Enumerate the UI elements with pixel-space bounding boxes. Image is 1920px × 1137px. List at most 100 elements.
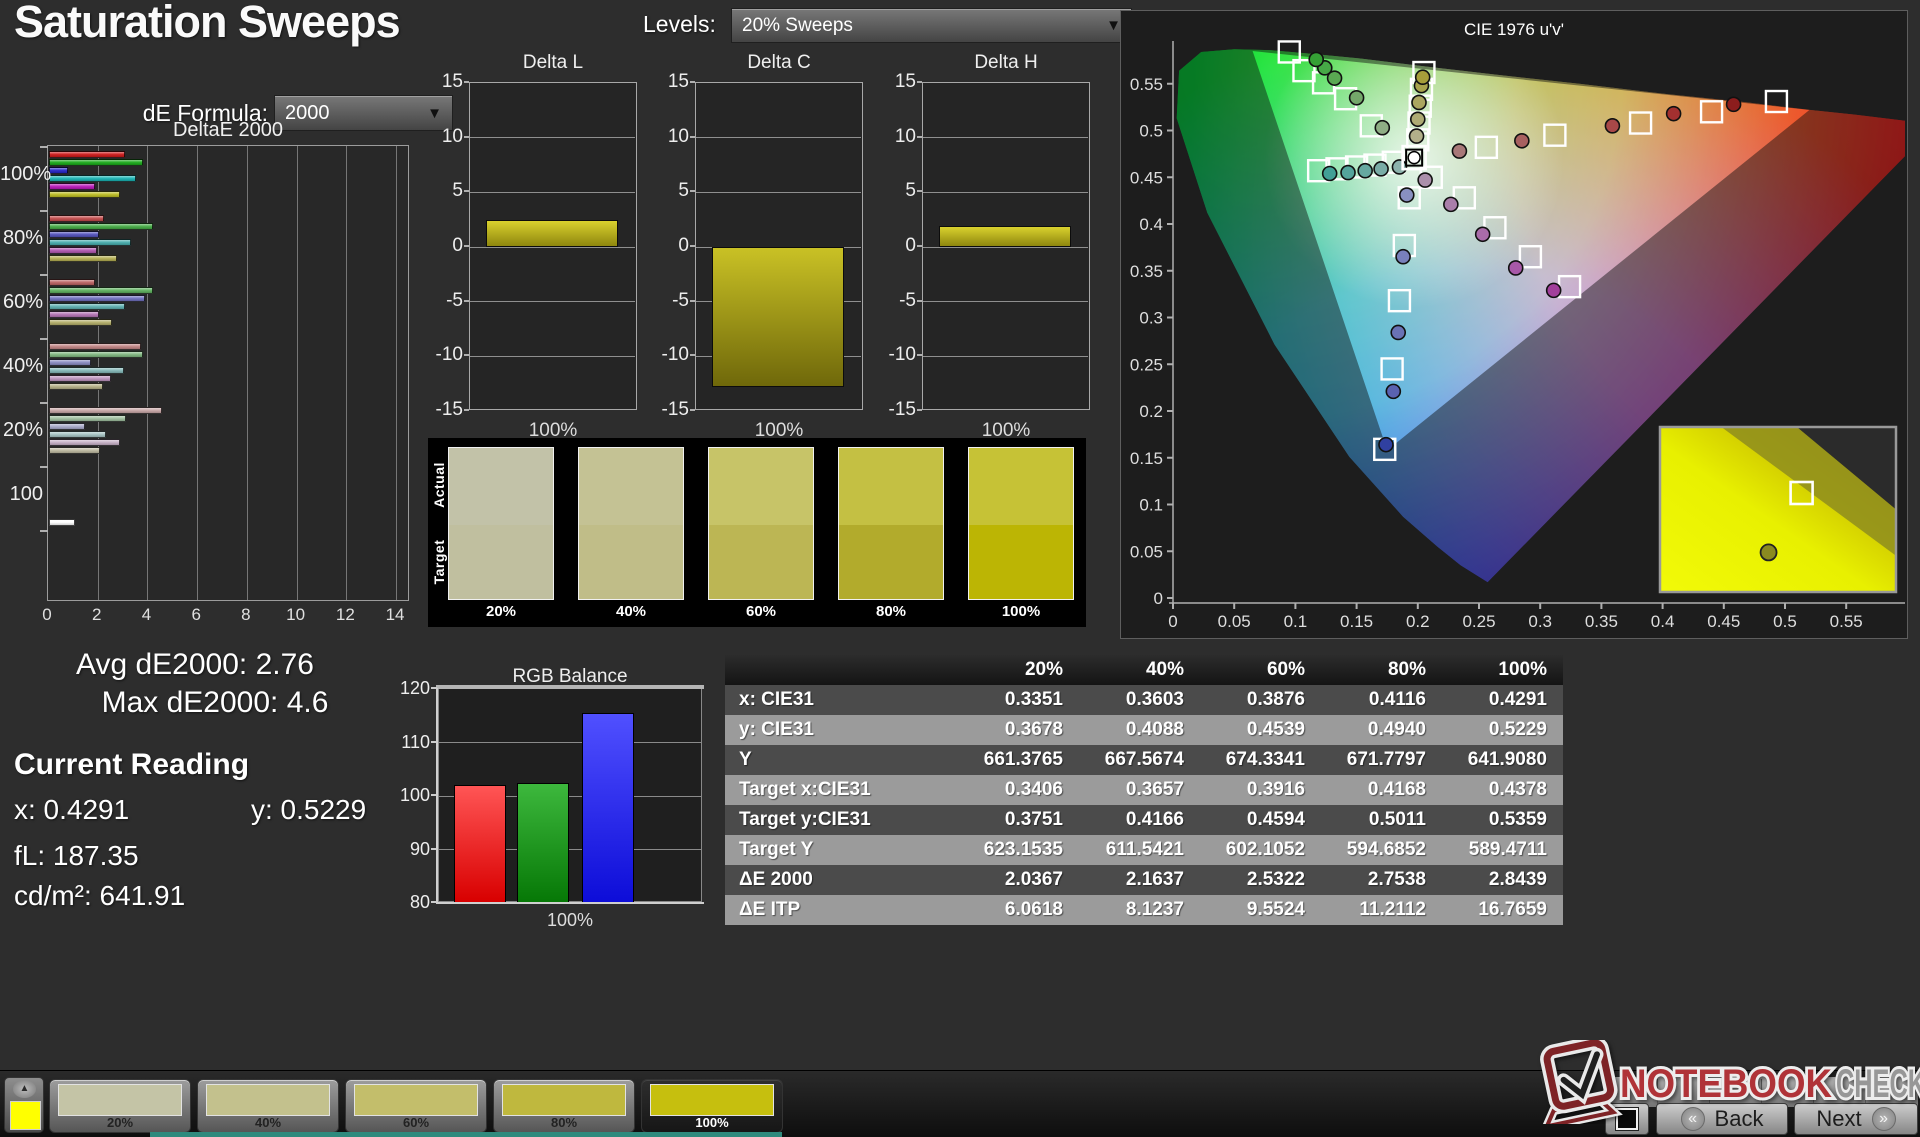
row-label: ΔE 2000 bbox=[739, 869, 813, 890]
gridline bbox=[396, 146, 398, 600]
axis-tick-label: -5 bbox=[672, 289, 689, 311]
chevron-down-icon: ▼ bbox=[1106, 17, 1121, 34]
measured-point-cyan bbox=[1373, 161, 1389, 177]
patch-tile-60%[interactable]: 60% bbox=[345, 1079, 487, 1133]
actual-swatch bbox=[709, 448, 813, 525]
measured-point-blue bbox=[1390, 324, 1407, 341]
table-cell: 667.5674 bbox=[1104, 749, 1184, 770]
actual-target-swatch-panel: Actual Target 20% 40% 60% 80% 100% bbox=[428, 438, 1086, 627]
row-label: Target y:CIE31 bbox=[739, 809, 871, 830]
table-row: ΔE ITP 6.0618 8.1237 9.5524 11.2112 16.7659 bbox=[725, 895, 1563, 925]
gridline bbox=[923, 137, 1088, 139]
table-cell: 6.0618 bbox=[1004, 899, 1063, 920]
tick-mark bbox=[40, 146, 48, 148]
patch-tile-80%[interactable]: 80% bbox=[493, 1079, 635, 1133]
gridline bbox=[147, 146, 149, 600]
swatch-label: 60% bbox=[745, 603, 777, 620]
axis-tick-label: 40% bbox=[2, 355, 43, 377]
axis-tick-label: 4 bbox=[141, 605, 152, 624]
measured-point-blue bbox=[1385, 383, 1402, 400]
swatch-pair bbox=[838, 447, 944, 600]
bar-blue bbox=[582, 713, 634, 903]
table-cell: 0.4168 bbox=[1367, 779, 1426, 800]
tick-mark bbox=[464, 81, 469, 83]
patch-tile-100%[interactable]: 100% bbox=[641, 1079, 783, 1133]
actual-swatch bbox=[969, 448, 1073, 525]
table-cell: 0.4539 bbox=[1246, 719, 1305, 740]
axis-tick-label: 15 bbox=[441, 71, 463, 92]
patch-strip-overflow bbox=[150, 1132, 782, 1137]
swatch-label: 100% bbox=[1001, 603, 1041, 620]
table-cell: 0.3351 bbox=[1004, 689, 1063, 710]
measured-point-green bbox=[1374, 119, 1391, 136]
axis-tick-label: 14 bbox=[385, 605, 405, 624]
axis-tick-label: 0.35 bbox=[1585, 612, 1618, 631]
bar bbox=[49, 319, 112, 326]
bar bbox=[49, 167, 68, 174]
bar bbox=[49, 415, 127, 422]
table-cell: 0.5359 bbox=[1488, 809, 1547, 830]
axis-tick-label: 90 bbox=[409, 838, 430, 859]
gridline bbox=[439, 742, 701, 743]
measured-point-cyan bbox=[1357, 162, 1373, 179]
table-cell: 0.4166 bbox=[1125, 809, 1184, 830]
current-cdm2-value: cd/m²: 641.91 bbox=[14, 880, 186, 911]
delta-plot bbox=[469, 82, 637, 410]
x-axis-line bbox=[436, 902, 704, 904]
axis-tick-label: 5 bbox=[678, 180, 689, 202]
target-swatch bbox=[969, 525, 1073, 599]
actual-row-label: Actual bbox=[431, 462, 447, 508]
axis-tick-label: 110 bbox=[401, 731, 430, 752]
tick-mark bbox=[917, 190, 922, 193]
bar bbox=[49, 287, 154, 294]
levels-dropdown[interactable]: 20% Sweeps ▼ bbox=[731, 8, 1132, 43]
patch-tile-20%[interactable]: 20% bbox=[49, 1079, 191, 1133]
swatch-label: 40% bbox=[615, 603, 647, 620]
swatch-label: 80% bbox=[875, 603, 907, 620]
page-title: Saturation Sweeps bbox=[14, 0, 401, 47]
bar bbox=[49, 175, 137, 182]
swatch-pair bbox=[708, 447, 814, 600]
target-swatch bbox=[709, 525, 813, 599]
tick-mark bbox=[690, 409, 695, 411]
max-de2000-value: Max dE2000: 4.6 bbox=[101, 686, 329, 719]
bar bbox=[49, 367, 124, 374]
axis-tick-label: 0.15 bbox=[1130, 449, 1163, 468]
patch-tile-label: 40% bbox=[254, 1115, 282, 1130]
row-label: ΔE ITP bbox=[739, 899, 801, 920]
axis-tick-label: -10 bbox=[888, 344, 916, 366]
axis-tick-label: 0.2 bbox=[1406, 612, 1430, 631]
patch-swatch bbox=[59, 1085, 181, 1115]
gridline bbox=[246, 146, 248, 600]
actual-swatch bbox=[449, 448, 553, 525]
measured-point-green bbox=[1348, 89, 1365, 106]
axis-tick-label: 15 bbox=[894, 71, 916, 92]
chart-title: CIE 1976 u'v' bbox=[1464, 20, 1564, 39]
expand-patch-list-button[interactable]: ▲ bbox=[13, 1080, 36, 1098]
measured-point-red bbox=[1725, 96, 1742, 113]
bar bbox=[49, 231, 99, 238]
tick-mark bbox=[917, 299, 922, 302]
measured-point-magenta bbox=[1545, 282, 1562, 299]
bar bbox=[486, 219, 618, 247]
table-cell: 16.7659 bbox=[1478, 899, 1547, 920]
axis-tick-label: 0.3 bbox=[1528, 612, 1552, 631]
table-row: y: CIE31 0.3678 0.4088 0.4539 0.4940 0.5229 bbox=[725, 715, 1563, 745]
axis-tick-label: 0 bbox=[678, 235, 689, 256]
gridline bbox=[470, 301, 635, 303]
axis-tick-label: 0.1 bbox=[1139, 496, 1163, 515]
tick-mark bbox=[464, 245, 469, 247]
axis-tick-label: 10 bbox=[667, 125, 689, 147]
bar bbox=[49, 239, 132, 246]
bar bbox=[49, 519, 76, 526]
axis-tick-label: 5 bbox=[452, 180, 463, 202]
bar bbox=[49, 215, 104, 222]
swatch-pair bbox=[578, 447, 684, 600]
axis-tick-label: 2 bbox=[91, 605, 102, 624]
patch-tile-40%[interactable]: 40% bbox=[197, 1079, 339, 1133]
bar bbox=[939, 226, 1071, 247]
axis-tick-label: 100% bbox=[0, 163, 52, 185]
bar bbox=[49, 431, 107, 438]
measured-point-cyan bbox=[1391, 159, 1408, 175]
axis-tick-label: 0.5 bbox=[1139, 122, 1163, 141]
